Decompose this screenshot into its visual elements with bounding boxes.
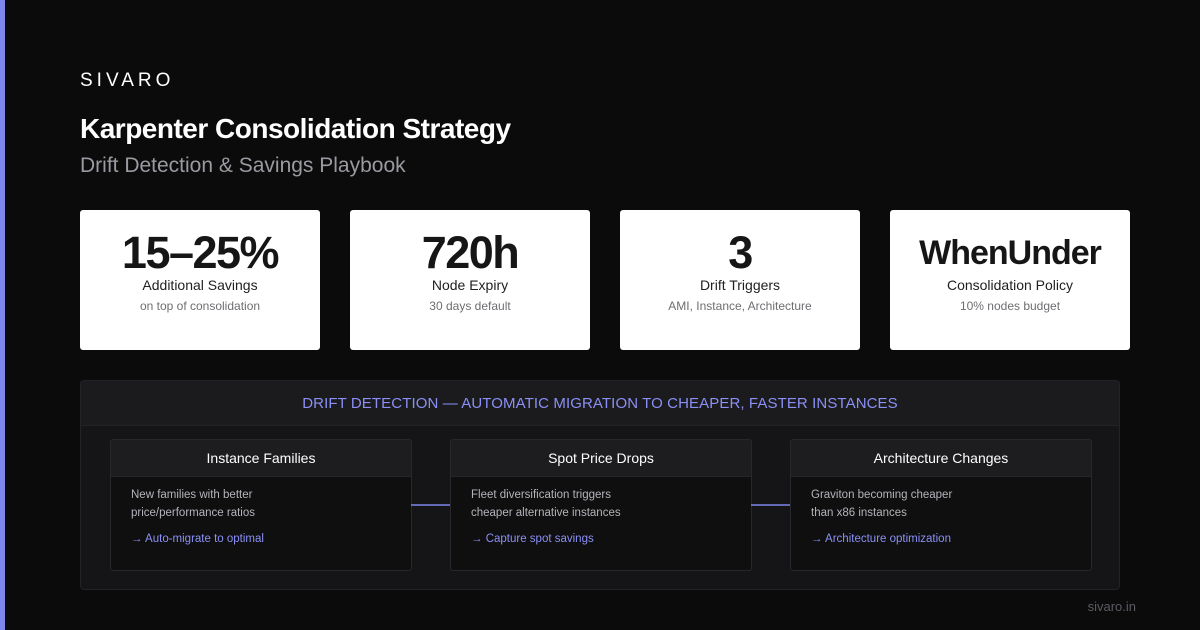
- stat-label: Node Expiry: [431, 277, 509, 293]
- stat-note: 10% nodes budget: [959, 299, 1061, 313]
- card-text: Graviton becoming cheaper: [811, 489, 953, 501]
- stat-card-node-expiry: 720h Node Expiry 30 days default: [350, 210, 590, 350]
- stat-label: Drift Triggers: [699, 277, 781, 293]
- accent-bar: [0, 0, 5, 630]
- stat-value: 720h: [421, 227, 520, 278]
- panel-header: DRIFT DETECTION — AUTOMATIC MIGRATION TO…: [81, 381, 1119, 426]
- card-link: → Auto-migrate to optimal: [131, 533, 264, 545]
- card-link: → Architecture optimization: [811, 533, 951, 545]
- card-title: Instance Families: [111, 440, 411, 477]
- stat-label: Additional Savings: [142, 277, 258, 293]
- stat-note: AMI, Instance, Architecture: [668, 299, 812, 313]
- card-title: Architecture Changes: [791, 440, 1091, 477]
- card-text: Fleet diversification triggers: [471, 489, 611, 501]
- card-body: Graviton becoming cheaper than x86 insta…: [791, 477, 1091, 548]
- brand-logo: SIVARO: [80, 70, 175, 91]
- card-body: Fleet diversification triggers cheaper a…: [451, 477, 751, 548]
- card-text: New families with better: [131, 489, 253, 501]
- stat-card-drift-triggers: 3 Drift Triggers AMI, Instance, Architec…: [620, 210, 860, 350]
- card-body: New families with better price/performan…: [111, 477, 411, 548]
- card-text: price/performance ratios: [131, 507, 255, 519]
- footer-url: sivaro.in: [1087, 599, 1136, 614]
- card-text: than x86 instances: [811, 507, 907, 519]
- card-link: → Capture spot savings: [471, 533, 594, 545]
- stat-value: 15–25%: [121, 227, 280, 278]
- stat-note: on top of consolidation: [139, 299, 261, 313]
- card-spot-price-drops: Spot Price Drops Fleet diversification t…: [450, 439, 752, 571]
- stat-value: 3: [728, 227, 753, 278]
- card-text: cheaper alternative instances: [471, 507, 621, 519]
- stat-card-consolidation-policy: WhenUnder Consolidation Policy 10% nodes…: [890, 210, 1130, 350]
- stat-note: 30 days default: [429, 299, 511, 313]
- card-architecture-changes: Architecture Changes Graviton becoming c…: [790, 439, 1092, 571]
- stat-value: WhenUnder: [919, 234, 1102, 272]
- stat-label: Consolidation Policy: [946, 277, 1074, 293]
- page-title: Karpenter Consolidation Strategy: [80, 113, 511, 144]
- page-subtitle: Drift Detection & Savings Playbook: [80, 154, 406, 177]
- card-instance-families: Instance Families New families with bett…: [110, 439, 412, 571]
- stat-card-savings: 15–25% Additional Savings on top of cons…: [80, 210, 320, 350]
- drift-detection-panel: DRIFT DETECTION — AUTOMATIC MIGRATION TO…: [80, 380, 1120, 590]
- card-title: Spot Price Drops: [451, 440, 751, 477]
